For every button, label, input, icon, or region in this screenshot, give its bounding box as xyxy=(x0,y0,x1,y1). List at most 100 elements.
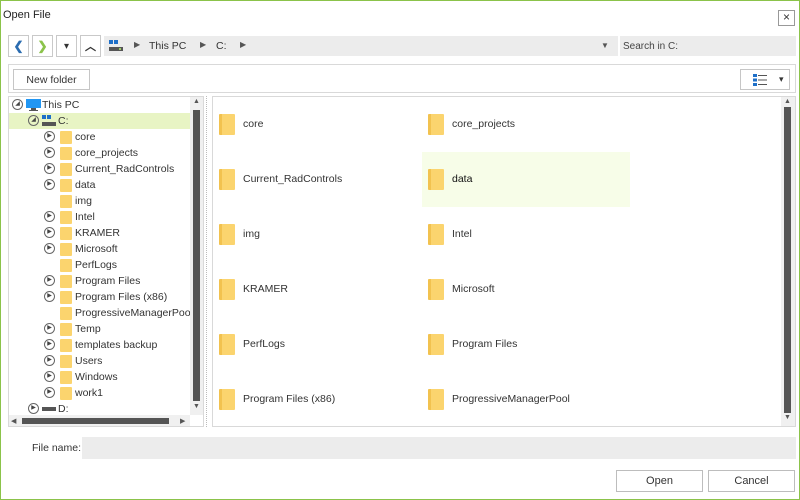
scroll-thumb[interactable] xyxy=(784,107,791,413)
tree-item-folder[interactable]: ▶ Windows xyxy=(9,369,190,385)
folder-icon xyxy=(60,307,72,320)
expander-icon[interactable]: ▶ xyxy=(44,275,55,286)
folder-icon xyxy=(219,224,235,245)
file-item-folder[interactable]: img xyxy=(213,207,421,262)
expander-icon[interactable]: ▶ xyxy=(44,291,55,302)
address-bar[interactable]: ▶ This PC ▶ C: ▶ ▼ xyxy=(104,36,618,56)
expander-icon[interactable]: ▶ xyxy=(44,339,55,350)
back-button[interactable]: ❮ xyxy=(8,35,29,57)
up-button[interactable]: ︿ xyxy=(80,35,101,57)
tree-item-folder[interactable]: ▶ work1 xyxy=(9,385,190,401)
expander-icon[interactable]: ◢ xyxy=(28,115,39,126)
file-item-folder[interactable]: core xyxy=(213,97,421,152)
tree-item-folder[interactable]: ▶ Program Files xyxy=(9,273,190,289)
expander-icon[interactable]: ▶ xyxy=(44,243,55,254)
tree-item-label: KRAMER xyxy=(75,227,120,239)
new-folder-button[interactable]: New folder xyxy=(13,69,90,90)
folder-icon xyxy=(60,275,72,288)
path-dropdown-icon[interactable]: ▼ xyxy=(601,41,609,50)
breadcrumb-separator[interactable]: ▶ xyxy=(200,40,206,49)
scroll-down-icon[interactable]: ▼ xyxy=(784,414,791,421)
scroll-up-icon[interactable]: ▲ xyxy=(784,98,791,105)
tree-item-folder[interactable]: ▶ data xyxy=(9,177,190,193)
breadcrumb-this-pc[interactable]: This PC xyxy=(149,40,186,52)
tree-item-label: data xyxy=(75,179,96,191)
expander-icon[interactable]: ▶ xyxy=(44,179,55,190)
tree-vertical-scrollbar[interactable]: ▲ ▼ xyxy=(190,97,203,415)
cancel-button[interactable]: Cancel xyxy=(708,470,795,492)
tree-item-folder[interactable]: ▶ Current_RadControls xyxy=(9,161,190,177)
tree-item-folder[interactable]: ▶ Users xyxy=(9,353,190,369)
view-mode-button[interactable]: ▾ xyxy=(740,69,790,90)
expander-icon[interactable]: ▶ xyxy=(44,355,55,366)
file-item-folder[interactable]: Program Files xyxy=(422,317,630,372)
file-item-folder[interactable]: KRAMER xyxy=(213,262,421,317)
open-file-dialog: Open File × ❮ ❯ ▾ ︿ ▶ This PC ▶ C: ▶ ▼ S… xyxy=(0,0,800,500)
tree-item-folder[interactable]: ▶ Intel xyxy=(9,209,190,225)
file-item-folder[interactable]: data xyxy=(422,152,630,207)
tree-item-label: D: xyxy=(58,403,69,415)
file-item-folder[interactable]: Intel xyxy=(422,207,630,262)
title-bar: Open File × xyxy=(1,1,799,31)
close-button[interactable]: × xyxy=(778,10,795,26)
tree-item-folder[interactable]: ▶ core xyxy=(9,129,190,145)
forward-button[interactable]: ❯ xyxy=(32,35,53,57)
expander-icon[interactable]: ▶ xyxy=(44,371,55,382)
file-item-folder[interactable]: Microsoft xyxy=(422,262,630,317)
tree-item-c-drive[interactable]: ◢ C: xyxy=(9,113,190,129)
tree-item-folder[interactable]: ▶ KRAMER xyxy=(9,225,190,241)
folder-icon xyxy=(428,334,444,355)
tree-item-folder[interactable]: ▶ templates backup xyxy=(9,337,190,353)
breadcrumb-separator[interactable]: ▶ xyxy=(134,40,140,49)
tree-item-folder[interactable]: ▶ Temp xyxy=(9,321,190,337)
folder-icon xyxy=(219,114,235,135)
file-item-folder[interactable]: core_projects xyxy=(422,97,630,152)
scroll-left-icon[interactable]: ◀ xyxy=(11,417,16,425)
scroll-thumb[interactable] xyxy=(193,110,200,401)
folder-icon xyxy=(60,259,72,272)
expander-icon[interactable]: ▶ xyxy=(44,387,55,398)
expander-icon[interactable]: ◢ xyxy=(12,99,23,110)
expander-icon[interactable]: ▶ xyxy=(44,227,55,238)
tree-horizontal-scrollbar[interactable]: ◀ ▶ xyxy=(9,415,190,426)
open-button[interactable]: Open xyxy=(616,470,703,492)
breadcrumb-c-drive[interactable]: C: xyxy=(216,40,227,52)
tree-item-folder[interactable]: ▶ Microsoft xyxy=(9,241,190,257)
file-item-folder[interactable]: Program Files (x86) xyxy=(213,372,421,426)
forward-icon: ❯ xyxy=(37,39,48,53)
tree-item-d-drive[interactable]: ▶ D: xyxy=(9,401,190,415)
file-list-vertical-scrollbar[interactable]: ▲ ▼ xyxy=(781,97,795,426)
file-item-label: core xyxy=(243,118,264,130)
history-dropdown-button[interactable]: ▾ xyxy=(56,35,77,57)
folder-icon xyxy=(219,334,235,355)
scroll-right-icon[interactable]: ▶ xyxy=(180,417,185,425)
scroll-thumb[interactable] xyxy=(22,418,169,424)
file-name-input[interactable] xyxy=(82,437,796,459)
file-item-folder[interactable]: ProgressiveManagerPool xyxy=(422,372,630,426)
dialog-title: Open File xyxy=(3,9,51,21)
pane-splitter[interactable] xyxy=(206,96,209,427)
file-item-label: Program Files xyxy=(452,338,518,350)
expander-icon[interactable]: ▶ xyxy=(44,211,55,222)
tree-item-folder[interactable]: PerfLogs xyxy=(9,257,190,273)
expander-icon[interactable]: ▶ xyxy=(44,147,55,158)
tree-item-folder[interactable]: ProgressiveManagerPool xyxy=(9,305,193,321)
file-item-folder[interactable]: PerfLogs xyxy=(213,317,421,372)
tree-item-folder[interactable]: img xyxy=(9,193,190,209)
scroll-up-icon[interactable]: ▲ xyxy=(193,98,200,105)
tree-item-label: templates backup xyxy=(75,339,158,351)
tree-item-folder[interactable]: ▶ core_projects xyxy=(9,145,190,161)
tree-item-this-pc[interactable]: ◢ This PC xyxy=(9,97,190,113)
expander-icon[interactable]: ▶ xyxy=(44,163,55,174)
file-item-folder[interactable]: Current_RadControls xyxy=(213,152,421,207)
search-input[interactable] xyxy=(620,36,796,56)
expander-icon[interactable]: ▶ xyxy=(28,403,39,414)
scroll-down-icon[interactable]: ▼ xyxy=(193,403,200,410)
tree-item-folder[interactable]: ▶ Program Files (x86) xyxy=(9,289,190,305)
file-item-label: KRAMER xyxy=(243,283,288,295)
breadcrumb-separator[interactable]: ▶ xyxy=(240,40,246,49)
drive-icon xyxy=(42,407,56,411)
expander-icon[interactable]: ▶ xyxy=(44,131,55,142)
tree-item-label: Current_RadControls xyxy=(75,163,175,175)
expander-icon[interactable]: ▶ xyxy=(44,323,55,334)
